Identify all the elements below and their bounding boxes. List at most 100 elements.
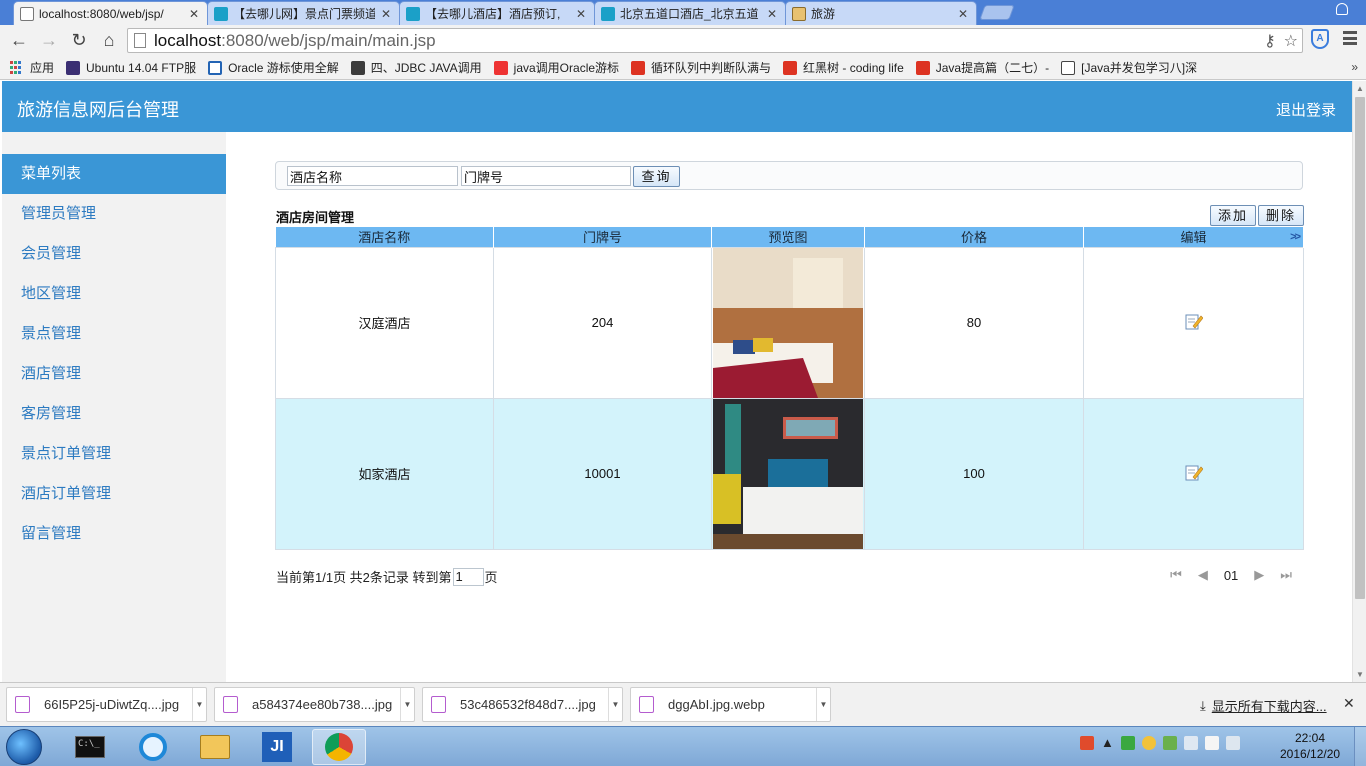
bookmark-apps[interactable]: 应用 (10, 59, 54, 76)
clock-date: 2016/12/20 (1280, 747, 1341, 761)
expand-arrows-icon[interactable]: >> (1290, 231, 1301, 243)
delete-button[interactable]: 删除 (1258, 205, 1304, 226)
sidebar-item-attraction-orders[interactable]: 景点订单管理 (2, 434, 226, 474)
chevron-down-icon[interactable]: ▼ (192, 688, 206, 721)
sync-icon[interactable] (1162, 735, 1177, 750)
table-row[interactable]: 汉庭酒店 204 80 (275, 246, 1304, 399)
ime-icon[interactable] (1080, 735, 1094, 750)
sidebar-item-hotel-orders[interactable]: 酒店订单管理 (2, 474, 226, 514)
sidebar-item-hotels[interactable]: 酒店管理 (2, 354, 226, 394)
show-all-label: 显示所有下载内容... (1211, 699, 1327, 714)
close-icon[interactable]: ✕ (379, 7, 393, 21)
forward-button[interactable]: → (34, 27, 64, 55)
start-button[interactable] (6, 729, 42, 765)
taskbar-explorer[interactable] (188, 729, 242, 765)
download-item[interactable]: dggAbI.jpg.webp ▼ (630, 687, 831, 722)
back-button[interactable]: ← (4, 27, 34, 55)
browser-tab-qunar-tickets[interactable]: 【去哪儿网】景点门票频道 ✕ (207, 1, 400, 25)
add-button[interactable]: 添加 (1210, 205, 1256, 226)
bookmark-item[interactable]: java调用Oracle游标 (493, 59, 619, 76)
show-all-downloads-link[interactable]: ⤓ 显示所有下载内容... (1200, 696, 1327, 715)
address-bar[interactable]: localhost:8080/web/jsp/main/main.jsp ⚷ ☆ (127, 28, 1303, 53)
browser-toolbar: ← → ↻ ⌂ localhost:8080/web/jsp/main/main… (0, 25, 1366, 56)
extension-shield-icon[interactable]: A (1311, 29, 1329, 49)
sidebar-item-rooms[interactable]: 客房管理 (2, 394, 226, 434)
chevron-down-icon[interactable]: ▼ (608, 688, 622, 721)
star-icon[interactable]: ☆ (1284, 31, 1298, 51)
close-icon[interactable]: ✕ (1343, 695, 1355, 712)
tray-expand-icon[interactable]: ▲ (1101, 735, 1114, 750)
monitor-icon[interactable] (1225, 735, 1240, 750)
reload-button[interactable]: ↻ (64, 27, 94, 55)
bookmark-item[interactable]: 循环队列中判断队满与 (631, 59, 771, 76)
chevron-down-icon[interactable]: ▼ (400, 688, 414, 721)
prev-page-icon[interactable]: ◀ (1198, 567, 1208, 583)
taskbar-clock[interactable]: 22:04 2016/12/20 (1280, 730, 1340, 762)
last-page-icon[interactable]: ⏭ (1280, 567, 1292, 583)
network-shield-icon[interactable] (1120, 735, 1135, 750)
logout-link[interactable]: 退出登录 (1276, 99, 1336, 120)
close-icon[interactable]: ✕ (574, 7, 588, 21)
next-page-icon[interactable]: ▶ (1254, 567, 1264, 583)
bookmark-item[interactable]: 四、JDBC JAVA调用 (350, 59, 482, 76)
system-tray: ▲ (1080, 735, 1240, 750)
edit-icon[interactable] (1185, 463, 1203, 481)
pager-summary: 当前第1/1页 共2条记录 转到第 1 页 (276, 567, 498, 586)
hotel-name-input[interactable] (287, 166, 458, 186)
browser-menu-icon[interactable] (1343, 31, 1357, 45)
first-page-icon[interactable]: ⏮ (1170, 567, 1182, 583)
bookmark-item[interactable]: Oracle 游标使用全解 (208, 59, 339, 76)
scroll-thumb[interactable] (1355, 97, 1365, 599)
download-item[interactable]: 66I5P25j-uDiwtZq....jpg ▼ (6, 687, 207, 722)
page-scrollbar[interactable]: ▲ ▼ (1352, 81, 1366, 682)
browser-tab-main[interactable]: localhost:8080/web/jsp/ ✕ (13, 1, 208, 25)
browser-tab-travel[interactable]: 旅游 ✕ (785, 1, 977, 25)
table-row[interactable]: 如家酒店 10001 100 (275, 397, 1304, 550)
key-icon[interactable]: ⚷ (1264, 31, 1276, 51)
sidebar-item-admin[interactable]: 管理员管理 (2, 194, 226, 234)
taskbar-browser-alt[interactable] (126, 729, 180, 765)
bookmark-item[interactable]: [Java并发包学习八]深 (1061, 59, 1197, 76)
volume-icon[interactable] (1183, 735, 1198, 750)
close-icon[interactable]: ✕ (765, 7, 779, 21)
section-title: 酒店房间管理 (276, 210, 355, 225)
close-icon[interactable]: ✕ (187, 7, 201, 21)
bookmark-item[interactable]: 红黑树 - coding life (783, 59, 904, 76)
close-icon[interactable]: ✕ (956, 7, 970, 21)
page-jump-input[interactable]: 1 (452, 567, 484, 586)
column-header-room: 门牌号 (493, 227, 712, 247)
url-path: :8080/web/jsp/main/main.jsp (221, 30, 436, 50)
user-icon[interactable] (1336, 3, 1348, 15)
url-host: localhost (154, 30, 222, 50)
scroll-up-icon[interactable]: ▲ (1356, 84, 1364, 93)
chevron-down-icon[interactable]: ▼ (816, 688, 830, 721)
taskbar-chrome[interactable] (312, 729, 366, 765)
download-item[interactable]: a584374ee80b738....jpg ▼ (214, 687, 415, 722)
room-number-input[interactable] (461, 166, 631, 186)
room-preview-image[interactable] (713, 398, 863, 549)
sidebar-item-attractions[interactable]: 景点管理 (2, 314, 226, 354)
taskbar-cmd[interactable]: C:\_ (63, 729, 117, 765)
bookmark-label: Oracle 游标使用全解 (228, 61, 339, 75)
new-tab-button[interactable] (979, 5, 1015, 20)
sidebar-item-regions[interactable]: 地区管理 (2, 274, 226, 314)
home-button[interactable]: ⌂ (94, 27, 124, 55)
bookmark-item[interactable]: Java提高篇（二七）- (915, 59, 1049, 76)
taskbar-ide[interactable]: JI (250, 729, 304, 765)
edit-icon[interactable] (1185, 312, 1203, 330)
browser-tab-wudaokou[interactable]: 北京五道口酒店_北京五道 ✕ (594, 1, 786, 25)
scroll-down-icon[interactable]: ▼ (1356, 670, 1364, 679)
bookmark-item[interactable]: Ubuntu 14.04 FTP服 (66, 59, 196, 76)
device-icon[interactable] (1204, 735, 1219, 750)
sidebar-item-members[interactable]: 会员管理 (2, 234, 226, 274)
bookmarks-overflow-icon[interactable]: » (1351, 60, 1358, 74)
sidebar-item-messages[interactable]: 留言管理 (2, 514, 226, 554)
qq-icon[interactable] (1141, 735, 1156, 750)
browser-tab-qunar-hotel[interactable]: 【去哪儿酒店】酒店预订, ✕ (399, 1, 595, 25)
show-desktop-button[interactable] (1354, 727, 1366, 766)
room-preview-image[interactable] (713, 247, 863, 398)
csdn-icon (915, 60, 930, 75)
query-button[interactable]: 查询 (633, 166, 680, 187)
bookmark-label: [Java并发包学习八]深 (1081, 61, 1198, 75)
download-item[interactable]: 53c486532f848d7....jpg ▼ (422, 687, 623, 722)
